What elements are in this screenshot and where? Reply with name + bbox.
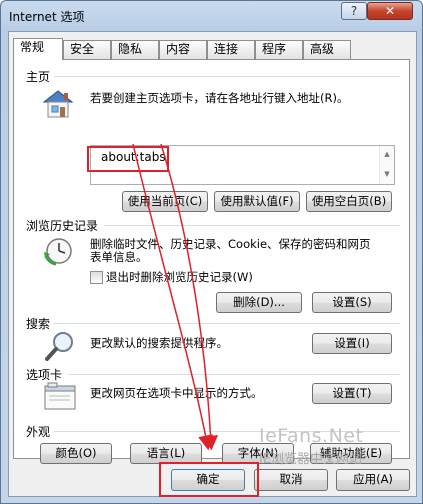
- internet-options-window: Internet 选项 ? ✕ 常规 安全 隐私 内容 连接 程序 高级 主页 …: [0, 0, 423, 504]
- tab-general[interactable]: 常规: [13, 38, 63, 60]
- annotation-arrow-right: [160, 143, 219, 451]
- annotation-arrows: [132, 143, 219, 451]
- annotation-arrow-left: [132, 143, 213, 451]
